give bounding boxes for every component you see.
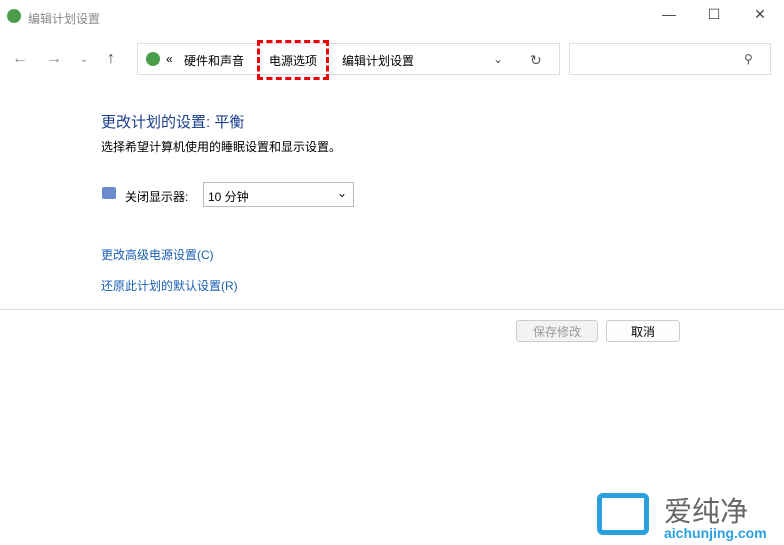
page-title: 更改计划的设置: 平衡 xyxy=(101,114,245,131)
display-off-select[interactable]: 10 分钟 ⌄ xyxy=(203,182,354,207)
forward-icon[interactable]: → xyxy=(46,50,62,68)
watermark-name: 爱纯净 xyxy=(664,496,749,527)
address-dropdown-icon[interactable]: ⌄ xyxy=(493,52,503,66)
monitor-icon xyxy=(102,187,116,199)
maximize-button[interactable]: ☐ xyxy=(699,6,729,28)
breadcrumb-edit-plan[interactable]: 编辑计划设置 xyxy=(342,52,414,69)
display-off-label: 关闭显示器: xyxy=(125,190,189,204)
close-button[interactable]: ✕ xyxy=(745,6,775,28)
breadcrumb-overflow[interactable]: « xyxy=(166,52,173,66)
search-input[interactable] xyxy=(569,43,771,75)
power-icon xyxy=(146,52,160,66)
up-icon[interactable]: ↑ xyxy=(107,50,115,68)
search-icon[interactable]: ⚲ xyxy=(744,52,753,66)
restore-defaults-link[interactable]: 还原此计划的默认设置(R) xyxy=(101,277,238,294)
recent-dropdown-icon[interactable]: ⌄ xyxy=(80,54,88,65)
display-off-value: 10 分钟 xyxy=(208,190,249,204)
refresh-icon[interactable]: ↻ xyxy=(530,52,542,69)
window-title: 编辑计划设置 xyxy=(28,12,101,26)
watermark-logo xyxy=(597,493,649,535)
page-subtitle: 选择希望计算机使用的睡眠设置和显示设置。 xyxy=(101,140,342,154)
app-icon xyxy=(7,9,21,23)
advanced-settings-link[interactable]: 更改高级电源设置(C) xyxy=(101,246,214,263)
save-button[interactable]: 保存修改 xyxy=(516,320,598,342)
divider xyxy=(0,309,784,310)
minimize-button[interactable]: — xyxy=(654,6,684,28)
cancel-button[interactable]: 取消 xyxy=(606,320,680,342)
chevron-down-icon: ⌄ xyxy=(336,186,347,200)
back-icon[interactable]: ← xyxy=(12,50,28,68)
watermark-url: aichunjing.com xyxy=(664,525,767,541)
highlight-box xyxy=(257,40,329,80)
breadcrumb-hardware-sound[interactable]: 硬件和声音 xyxy=(184,52,244,69)
